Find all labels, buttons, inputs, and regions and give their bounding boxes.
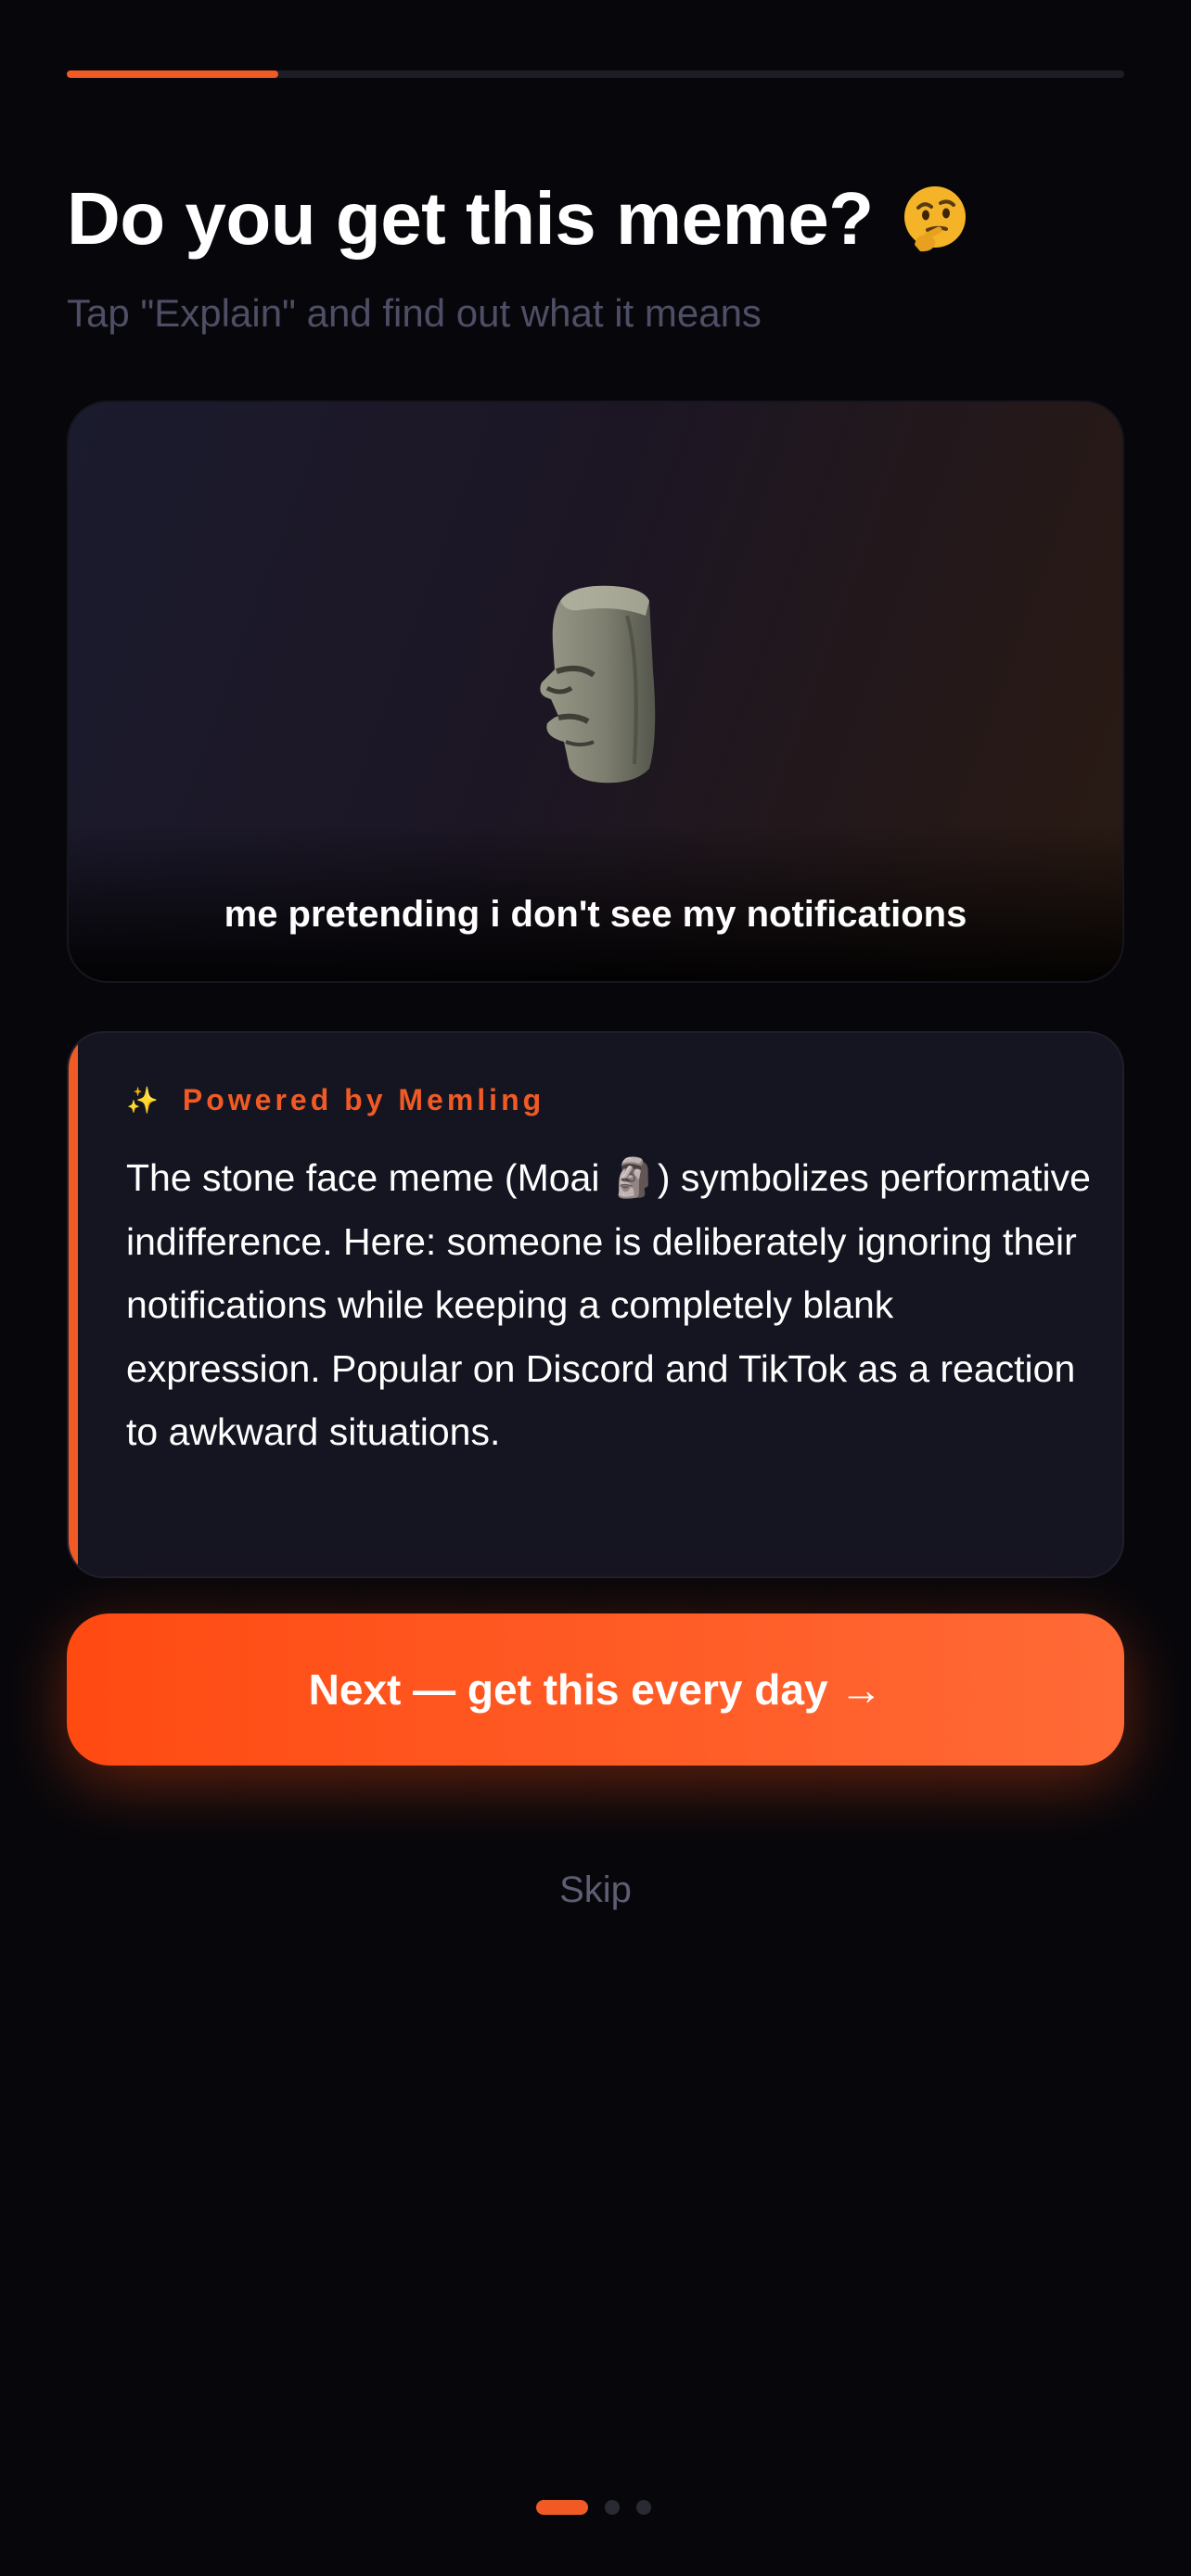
powered-by-text: Powered by Memling — [182, 1083, 545, 1116]
page-title-text: Do you get this meme? — [67, 177, 874, 260]
explanation-card: ✨ Powered by Memling The stone face meme… — [67, 1031, 1124, 1578]
pagination-dots — [536, 2500, 651, 2515]
thinking-face-icon — [900, 184, 970, 254]
pagination-dot — [605, 2500, 620, 2515]
progress-bar-fill — [67, 70, 278, 78]
skip-button[interactable]: Skip — [0, 1869, 1191, 1911]
explanation-text: The stone face meme (Moai 🗿) symbolizes … — [126, 1156, 1091, 1453]
pagination-dot-active — [536, 2500, 588, 2515]
next-button[interactable]: Next — get this every day → — [67, 1613, 1124, 1766]
meme-card[interactable]: me pretending i don't see my notificatio… — [67, 401, 1124, 983]
pagination-dot — [636, 2500, 651, 2515]
onboarding-screen: Do you get this meme? Tap "Explain" and … — [0, 0, 1191, 2576]
moai-image — [540, 585, 656, 784]
progress-bar — [67, 70, 1124, 78]
page-title: Do you get this meme? — [67, 176, 970, 261]
explanation-accent-bar — [69, 1033, 78, 1576]
meme-caption: me pretending i don't see my notificatio… — [224, 894, 967, 935]
powered-by-label: ✨ Powered by Memling — [126, 1083, 544, 1117]
page-subtitle: Tap "Explain" and find out what it means — [67, 291, 762, 335]
sparkle-icon: ✨ — [126, 1086, 159, 1115]
